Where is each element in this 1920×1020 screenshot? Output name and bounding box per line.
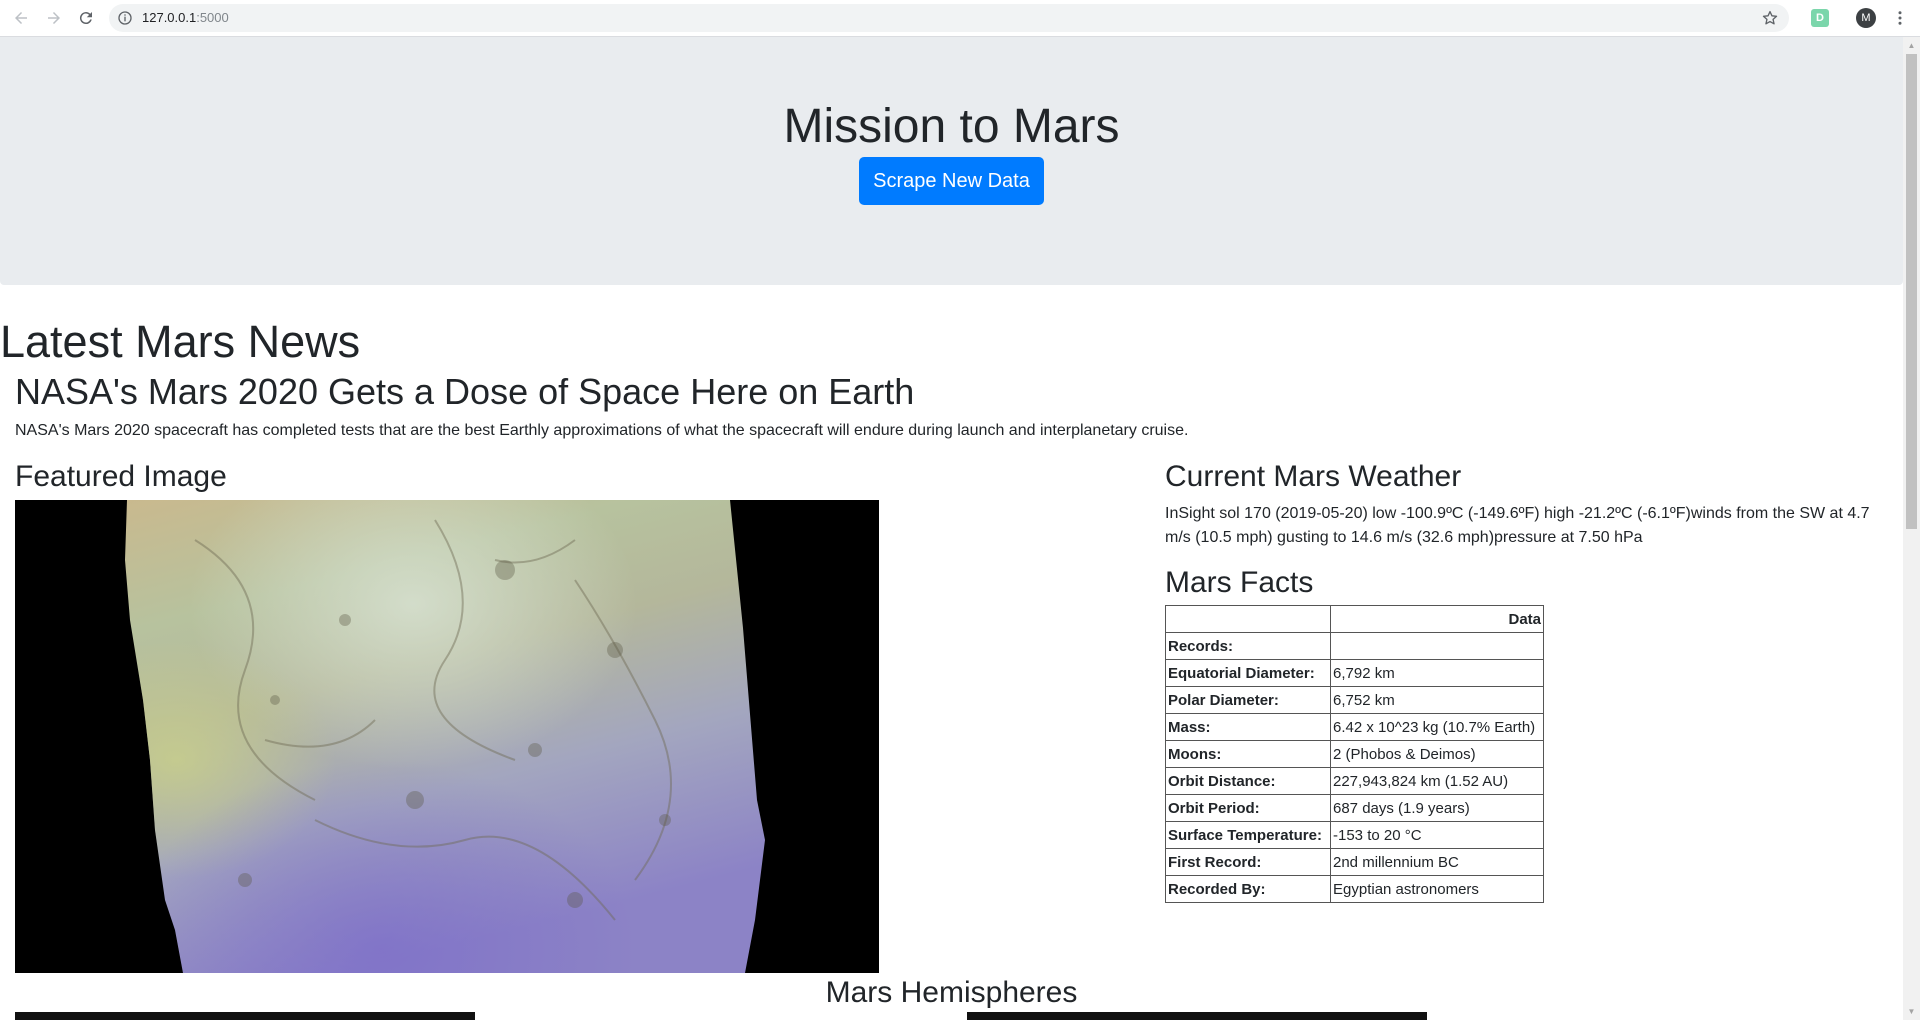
fact-value: Egyptian astronomers <box>1330 875 1544 903</box>
page-viewport: Mission to Mars Scrape New Data Latest M… <box>0 37 1903 1020</box>
fact-label: Orbit Distance: <box>1165 767 1331 795</box>
news-paragraph: NASA's Mars 2020 spacecraft has complete… <box>15 422 1189 439</box>
fact-value: 687 days (1.9 years) <box>1330 794 1544 822</box>
reload-icon[interactable] <box>74 6 98 30</box>
fact-value: 227,943,824 km (1.52 AU) <box>1330 767 1544 795</box>
featured-image-heading: Featured Image <box>15 460 227 493</box>
scrape-new-data-button[interactable]: Scrape New Data <box>859 157 1044 205</box>
fact-label: Surface Temperature: <box>1165 821 1331 849</box>
table-row: Mass: 6.42 x 10^23 kg (10.7% Earth) <box>1165 713 1544 741</box>
fact-label: Equatorial Diameter: <box>1165 659 1331 687</box>
mars-facts-heading: Mars Facts <box>1165 566 1314 599</box>
fact-label: Orbit Period: <box>1165 794 1331 822</box>
hemisphere-image <box>15 1012 475 1020</box>
table-row: Polar Diameter: 6,752 km <box>1165 686 1544 714</box>
hemisphere-image <box>967 1012 1427 1020</box>
news-headline: NASA's Mars 2020 Gets a Dose of Space He… <box>15 371 915 412</box>
fact-label: Records: <box>1165 632 1331 660</box>
table-header-cell <box>1165 605 1331 633</box>
table-row: First Record: 2nd millennium BC <box>1165 848 1544 876</box>
url-text[interactable]: 127.0.0.1:5000 <box>142 10 229 26</box>
star-icon[interactable] <box>1761 9 1779 27</box>
info-icon[interactable] <box>117 10 133 26</box>
scroll-up-arrow-icon[interactable]: ▲ <box>1903 37 1920 54</box>
page-title: Mission to Mars <box>783 100 1120 153</box>
mars-facts-table: Data Records: Equatorial Diameter: 6,792 … <box>1165 605 1544 903</box>
fact-label: First Record: <box>1165 848 1331 876</box>
url-host: 127.0.0.1 <box>142 10 197 25</box>
url-port: :5000 <box>196 10 229 25</box>
fact-value: 6,792 km <box>1330 659 1544 687</box>
table-header-cell: Data <box>1330 605 1544 633</box>
fact-label: Moons: <box>1165 740 1331 768</box>
fact-label: Mass: <box>1165 713 1331 741</box>
address-bar[interactable]: 127.0.0.1:5000 <box>109 4 1789 32</box>
table-row: Surface Temperature: -153 to 20 °C <box>1165 821 1544 849</box>
table-row: Orbit Distance: 227,943,824 km (1.52 AU) <box>1165 767 1544 795</box>
scroll-down-arrow-icon[interactable]: ▼ <box>1903 1003 1920 1020</box>
table-row: Equatorial Diameter: 6,792 km <box>1165 659 1544 687</box>
table-row: Moons: 2 (Phobos & Deimos) <box>1165 740 1544 768</box>
weather-heading: Current Mars Weather <box>1165 460 1462 493</box>
fact-value: 2 (Phobos & Deimos) <box>1330 740 1544 768</box>
table-row: Recorded By: Egyptian astronomers <box>1165 875 1544 903</box>
back-icon[interactable] <box>9 6 33 30</box>
fact-value: 2nd millennium BC <box>1330 848 1544 876</box>
table-row: Records: <box>1165 632 1544 660</box>
menu-icon[interactable] <box>1890 8 1910 28</box>
hemispheres-heading: Mars Hemispheres <box>825 976 1078 1009</box>
scroll-thumb[interactable] <box>1906 54 1917 529</box>
featured-image <box>15 500 879 973</box>
fact-value: -153 to 20 °C <box>1330 821 1544 849</box>
jumbotron: Mission to Mars Scrape New Data <box>0 37 1903 285</box>
table-header-row: Data <box>1165 605 1544 633</box>
table-row: Orbit Period: 687 days (1.9 years) <box>1165 794 1544 822</box>
latest-news-heading: Latest Mars News <box>0 316 361 367</box>
fact-value: 6.42 x 10^23 kg (10.7% Earth) <box>1330 713 1544 741</box>
extension-icon[interactable]: D <box>1811 9 1829 27</box>
fact-label: Polar Diameter: <box>1165 686 1331 714</box>
fact-value <box>1330 632 1544 660</box>
page-scrollbar[interactable]: ▲ ▼ <box>1903 37 1920 1020</box>
forward-icon[interactable] <box>42 6 66 30</box>
fact-label: Recorded By: <box>1165 875 1331 903</box>
fact-value: 6,752 km <box>1330 686 1544 714</box>
profile-avatar[interactable]: M <box>1856 8 1876 28</box>
browser-toolbar: 127.0.0.1:5000 D M <box>0 0 1920 37</box>
weather-text: InSight sol 170 (2019-05-20) low -100.9º… <box>1165 505 1870 546</box>
